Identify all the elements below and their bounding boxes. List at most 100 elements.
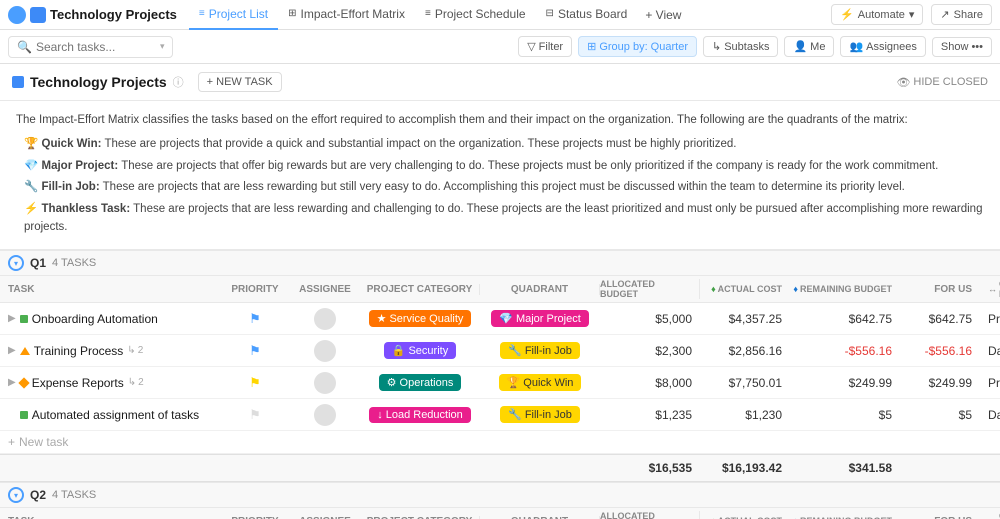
table-row: ▶ Expense Reports ↳2 ⚑ ⚙Operations 🏆Quic…	[0, 367, 1000, 399]
assignees-button[interactable]: 👥 Assignees	[840, 36, 925, 57]
expand-icon[interactable]: ▶	[8, 345, 16, 356]
task-status-indicator	[20, 315, 28, 323]
search-box[interactable]: 🔍 ▾	[8, 36, 173, 58]
remaining-budget-value: $5	[879, 408, 892, 422]
tab-impact-effort[interactable]: ⊞ Impact-Effort Matrix	[278, 0, 415, 30]
tab-project-list[interactable]: ≡ Project List	[189, 0, 278, 30]
for-us-value: -$556.16	[925, 344, 972, 358]
subtasks-button[interactable]: ↳ Subtasks	[703, 36, 778, 57]
new-task-label: New task	[19, 435, 68, 449]
column-headers: TASK PRIORITY ASSIGNEE PROJECT CATEGORY …	[0, 276, 1000, 303]
col-header-allocated-budget: ALLOCATED BUDGET	[600, 511, 700, 519]
actual-cost-value: $1,230	[745, 408, 782, 422]
project-category-badge[interactable]: 🔒Security	[384, 342, 456, 359]
allocated-budget-cell: $1,235	[600, 408, 700, 422]
info-icon[interactable]: ⓘ	[173, 74, 184, 90]
add-task-row-q1[interactable]: + New task	[0, 431, 1000, 454]
project-category-badge[interactable]: ⚙Operations	[379, 374, 462, 391]
project-category-badge[interactable]: ★Service Quality	[369, 310, 472, 327]
totals-budget-value: $16,535	[649, 461, 692, 475]
allocated-budget-cell: $2,300	[600, 344, 700, 358]
col-header-change-management: ↔CHANGE MANAGEMENT	[980, 279, 1000, 299]
quadrant-badge[interactable]: 🔧Fill-in Job	[500, 406, 580, 423]
priority-flag-icon[interactable]: ⚑	[249, 407, 261, 423]
task-name-cell: ▶ Automated assignment of tasks	[0, 404, 220, 426]
col-header-remaining-budget: ♦REMAINING BUDGET	[790, 284, 900, 294]
quadrant-badge[interactable]: 💎Major Project	[491, 310, 589, 327]
search-icon: 🔍	[17, 40, 32, 54]
tab-project-schedule[interactable]: ≡ Project Schedule	[415, 0, 536, 30]
group-by-button[interactable]: ⊞ Group by: Quarter	[578, 36, 697, 57]
avatar	[314, 308, 336, 330]
bullet-item-3: 🔧 Fill-in Job: These are projects that a…	[24, 178, 984, 196]
avatar	[314, 404, 336, 426]
task-name-cell: ▶ Expense Reports ↳2	[0, 372, 220, 394]
col-header-priority: PRIORITY	[220, 284, 290, 295]
priority-flag-icon[interactable]: ⚑	[249, 311, 261, 327]
project-category-cell: ★Service Quality	[360, 310, 480, 327]
nav-tabs: ≡ Project List ⊞ Impact-Effort Matrix ≡ …	[189, 0, 690, 30]
task-name[interactable]: Training Process	[34, 344, 124, 358]
hide-closed-button[interactable]: 👁 HIDE CLOSED	[896, 76, 988, 89]
avatar	[314, 372, 336, 394]
new-task-button[interactable]: + NEW TASK	[198, 72, 282, 92]
avatar	[314, 340, 336, 362]
expand-icon[interactable]: ▶	[8, 313, 16, 324]
tab-status-board[interactable]: ⊟ Status Board	[536, 0, 638, 30]
remaining-budget-cell: $249.99	[790, 376, 900, 390]
subtasks-icon: ↳	[712, 40, 721, 53]
show-button[interactable]: Show •••	[932, 37, 992, 57]
actual-cost-value: $4,357.25	[729, 312, 782, 326]
q1-task-table: ▶ Onboarding Automation ⚑ ★Service Quali…	[0, 303, 1000, 482]
filter-button[interactable]: ▽ Filter	[518, 36, 572, 57]
description-text: The Impact-Effort Matrix classifies the …	[16, 111, 984, 129]
quadrant-badge[interactable]: 🏆Quick Win	[499, 374, 582, 391]
actual-cost-value: $2,856.16	[729, 344, 782, 358]
toolbar-right: ▽ Filter ⊞ Group by: Quarter ↳ Subtasks …	[518, 36, 992, 57]
group-q2-toggle[interactable]: ▾	[8, 487, 24, 503]
quadrant-badge[interactable]: 🔧Fill-in Job	[500, 342, 580, 359]
quadrant-cell: 🏆Quick Win	[480, 374, 600, 391]
add-view-button[interactable]: + View	[637, 0, 689, 30]
share-icon: ↗	[940, 8, 949, 21]
search-input[interactable]	[36, 40, 156, 54]
assignee-cell	[290, 340, 360, 362]
totals-budget: $16,535	[600, 461, 700, 475]
assignees-icon: 👥	[849, 40, 863, 53]
automate-button[interactable]: ⚡ Automate ▾	[831, 4, 923, 25]
toolbar: 🔍 ▾ ▽ Filter ⊞ Group by: Quarter ↳ Subta…	[0, 30, 1000, 64]
actual-cost-cell: $4,357.25	[700, 312, 790, 326]
app-logo	[8, 6, 26, 24]
group-q1-toggle[interactable]: ▾	[8, 255, 24, 271]
task-name[interactable]: Automated assignment of tasks	[32, 408, 199, 422]
priority-flag-icon[interactable]: ⚑	[249, 343, 261, 359]
allocated-budget-value: $1,235	[655, 408, 692, 422]
totals-actual: $16,193.42	[700, 461, 790, 475]
task-name-cell: ▶ Training Process ↳2	[0, 340, 220, 362]
col-header-task: TASK	[0, 280, 220, 299]
task-name[interactable]: Expense Reports	[32, 376, 124, 390]
priority-cell: ⚑	[220, 407, 290, 423]
col-header-change-management: ↔CHANGE MANAGEMENT	[980, 511, 1000, 519]
share-button[interactable]: ↗ Share	[931, 4, 992, 25]
me-button[interactable]: 👤 Me	[784, 36, 834, 57]
change-management-value: Project Closeout	[988, 376, 1000, 390]
change-management-value: Project Closeout	[988, 312, 1000, 326]
app-icon	[30, 7, 46, 23]
col-header-allocated-budget: ALLOCATED BUDGET	[600, 279, 700, 299]
group-icon: ⊞	[587, 40, 596, 53]
project-category-cell: 🔒Security	[360, 342, 480, 359]
project-category-badge[interactable]: ↓Load Reduction	[369, 407, 471, 423]
project-color-indicator	[12, 76, 24, 88]
actual-cost-cell: $1,230	[700, 408, 790, 422]
group-q1-count: 4 TASKS	[52, 257, 96, 269]
col-header-for-us: FOR US	[900, 284, 980, 295]
col-header-project-category: PROJECT CATEGORY	[360, 284, 480, 295]
actual-cost-value: $7,750.01	[729, 376, 782, 390]
automate-icon: ⚡	[840, 8, 854, 21]
allocated-budget-value: $5,000	[655, 312, 692, 326]
col-header-assignee: ASSIGNEE	[290, 284, 360, 295]
expand-icon[interactable]: ▶	[8, 377, 16, 388]
task-name[interactable]: Onboarding Automation	[32, 312, 158, 326]
priority-flag-icon[interactable]: ⚑	[249, 375, 261, 391]
